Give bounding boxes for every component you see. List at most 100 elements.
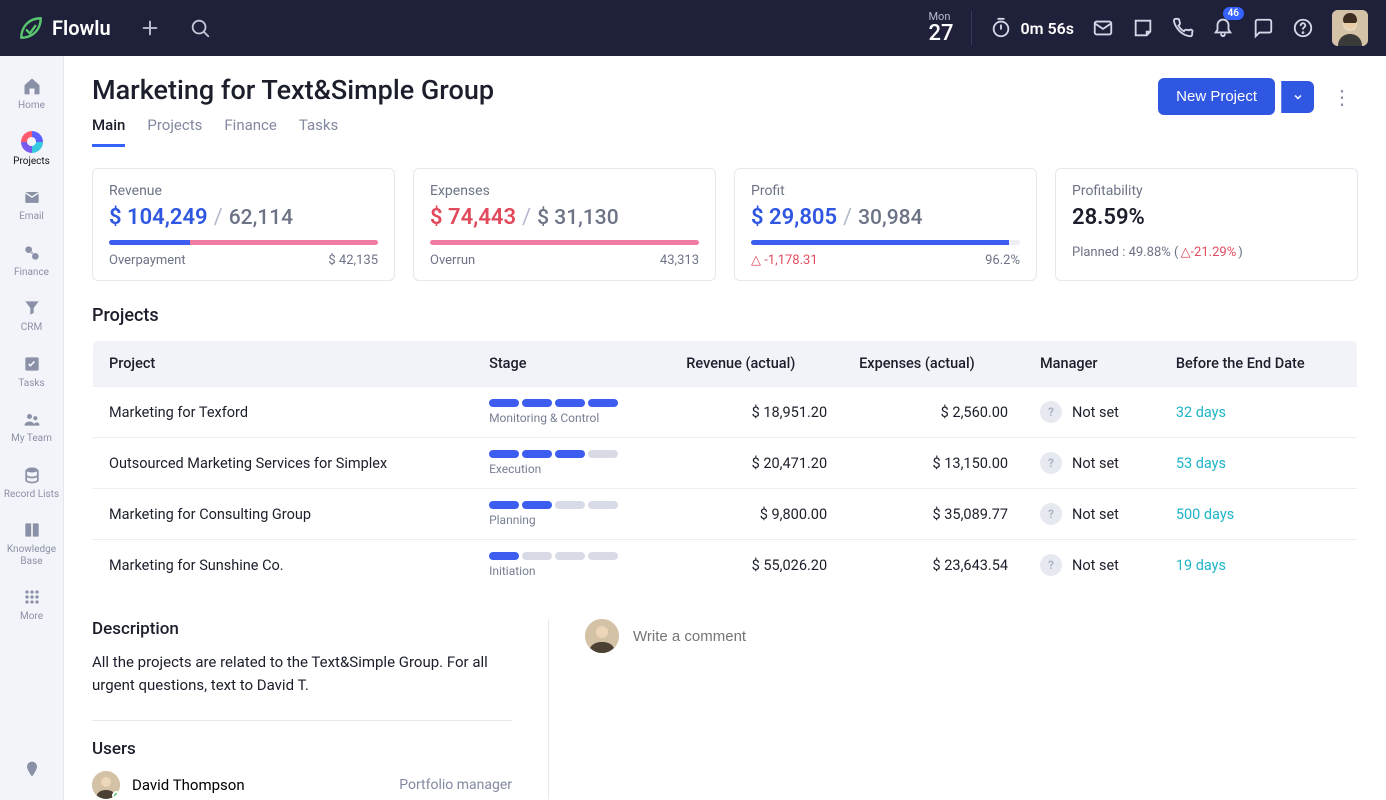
sidebar-item-knowledgebase[interactable]: Knowledge Base — [0, 514, 64, 573]
page-title: Marketing for Text&Simple Group — [92, 74, 494, 106]
sidebar-item-label: Finance — [14, 267, 49, 279]
brand-logo[interactable]: Flowlu — [18, 15, 111, 41]
email-icon — [21, 187, 43, 207]
mail-icon[interactable] — [1092, 17, 1114, 39]
home-icon — [21, 76, 43, 96]
sidebar-item-tasks[interactable]: Tasks — [0, 348, 64, 396]
metric-card-revenue: Revenue $ 104,249 / 62,114 Overpayment$ … — [92, 168, 395, 281]
header-timer[interactable]: 0m 56s — [990, 17, 1074, 39]
sidebar-item-finance[interactable]: Finance — [0, 237, 64, 285]
table-row[interactable]: Marketing for TexfordMonitoring & Contro… — [93, 387, 1358, 438]
timer-value: 0m 56s — [1020, 19, 1074, 38]
cell-revenue: $ 20,471.20 — [670, 438, 843, 489]
metric-card-expenses: Expenses $ 74,443 / $ 31,130 Overrun43,3… — [413, 168, 716, 281]
sidebar-item-projects[interactable]: Projects — [0, 126, 64, 174]
sidebar-item-email[interactable]: Email — [0, 181, 64, 229]
cell-revenue: $ 55,026.20 — [670, 540, 843, 591]
sidebar-item-label: Record Lists — [4, 489, 59, 501]
cell-enddate: 500 days — [1160, 489, 1358, 540]
cell-stage: Execution — [473, 438, 670, 489]
cell-revenue: $ 9,800.00 — [670, 489, 843, 540]
tab-tasks[interactable]: Tasks — [299, 116, 338, 147]
logo-leaf-icon — [18, 15, 44, 41]
sidebar-item-home[interactable]: Home — [0, 70, 64, 118]
cell-manager: ?Not set — [1024, 540, 1160, 591]
tab-main[interactable]: Main — [92, 116, 125, 147]
comment-avatar — [585, 619, 619, 653]
user-row[interactable]: David Thompson Portfolio manager — [92, 771, 512, 799]
header-date[interactable]: Mon 27 — [928, 11, 972, 46]
book-icon — [21, 520, 43, 540]
sidebar-item-more[interactable]: More — [0, 581, 64, 629]
col-stage[interactable]: Stage — [473, 341, 670, 387]
cell-revenue: $ 18,951.20 — [670, 387, 843, 438]
more-actions-icon[interactable]: ⋮ — [1326, 79, 1358, 115]
cell-enddate: 19 days — [1160, 540, 1358, 591]
team-icon — [21, 409, 43, 429]
sidebar-item-label: More — [20, 611, 43, 623]
sidebar-item-label: CRM — [21, 322, 42, 334]
search-icon[interactable] — [189, 17, 211, 39]
sidebar: Home Projects Email Finance CRM Tasks My… — [0, 56, 64, 800]
add-icon[interactable] — [139, 17, 161, 39]
sidebar-item-label: Email — [19, 211, 44, 223]
col-manager[interactable]: Manager — [1024, 341, 1160, 387]
list-icon — [21, 465, 43, 485]
cell-stage: Monitoring & Control — [473, 387, 670, 438]
cell-project-name: Outsourced Marketing Services for Simple… — [93, 438, 474, 489]
sidebar-item-label: Knowledge Base — [0, 544, 64, 567]
cell-manager: ?Not set — [1024, 438, 1160, 489]
help-icon[interactable] — [1292, 17, 1314, 39]
cell-expenses: $ 23,643.54 — [843, 540, 1024, 591]
metric-label: Profit — [751, 183, 1020, 199]
user-avatar[interactable] — [1332, 10, 1368, 46]
metric-primary: $ 74,443 — [430, 205, 516, 230]
cell-enddate: 32 days — [1160, 387, 1358, 438]
tab-finance[interactable]: Finance — [224, 116, 276, 147]
col-revenue[interactable]: Revenue (actual) — [670, 341, 843, 387]
sidebar-item-myteam[interactable]: My Team — [0, 403, 64, 451]
metric-bar — [109, 240, 378, 245]
table-row[interactable]: Outsourced Marketing Services for Simple… — [93, 438, 1358, 489]
table-row[interactable]: Marketing for Sunshine Co.Initiation$ 55… — [93, 540, 1358, 591]
new-project-dropdown[interactable] — [1281, 81, 1314, 113]
metric-primary: 28.59% — [1072, 205, 1145, 230]
note-icon[interactable] — [1132, 17, 1154, 39]
sidebar-item-crm[interactable]: CRM — [0, 292, 64, 340]
tasks-icon — [21, 354, 43, 374]
cell-manager: ?Not set — [1024, 489, 1160, 540]
metric-secondary: $ 31,130 — [537, 206, 619, 230]
user-avatar-small — [92, 771, 120, 799]
cell-expenses: $ 35,089.77 — [843, 489, 1024, 540]
cell-enddate: 53 days — [1160, 438, 1358, 489]
tab-projects[interactable]: Projects — [147, 116, 202, 147]
metric-card-profitability: Profitability 28.59% Planned : 49.88% ( … — [1055, 168, 1358, 281]
sidebar-item-recordlists[interactable]: Record Lists — [0, 459, 64, 507]
comment-input[interactable] — [633, 628, 1358, 645]
metric-bar — [430, 240, 699, 245]
page-tabs: Main Projects Finance Tasks — [92, 116, 494, 148]
stopwatch-icon — [990, 17, 1012, 39]
metric-primary: $ 29,805 — [751, 205, 837, 230]
funnel-icon — [21, 298, 43, 318]
chat-icon[interactable] — [1252, 17, 1274, 39]
table-row[interactable]: Marketing for Consulting GroupPlanning$ … — [93, 489, 1358, 540]
sidebar-item-label: My Team — [11, 433, 52, 445]
users-heading: Users — [92, 739, 512, 759]
user-role: Portfolio manager — [399, 777, 512, 793]
cell-stage: Initiation — [473, 540, 670, 591]
comment-composer[interactable] — [585, 619, 1358, 653]
metric-bar — [751, 240, 1020, 245]
date-day-number: 27 — [928, 22, 953, 45]
metric-label: Expenses — [430, 183, 699, 199]
brand-name: Flowlu — [52, 16, 111, 40]
projects-table: Project Stage Revenue (actual) Expenses … — [92, 340, 1358, 591]
col-enddate[interactable]: Before the End Date — [1160, 341, 1358, 387]
metric-secondary: 62,114 — [229, 206, 293, 230]
cell-project-name: Marketing for Consulting Group — [93, 489, 474, 540]
col-expenses[interactable]: Expenses (actual) — [843, 341, 1024, 387]
sidebar-item-bottom[interactable] — [0, 754, 64, 786]
col-project[interactable]: Project — [93, 341, 474, 387]
phone-icon[interactable] — [1172, 17, 1194, 39]
new-project-button[interactable]: New Project — [1158, 78, 1275, 115]
